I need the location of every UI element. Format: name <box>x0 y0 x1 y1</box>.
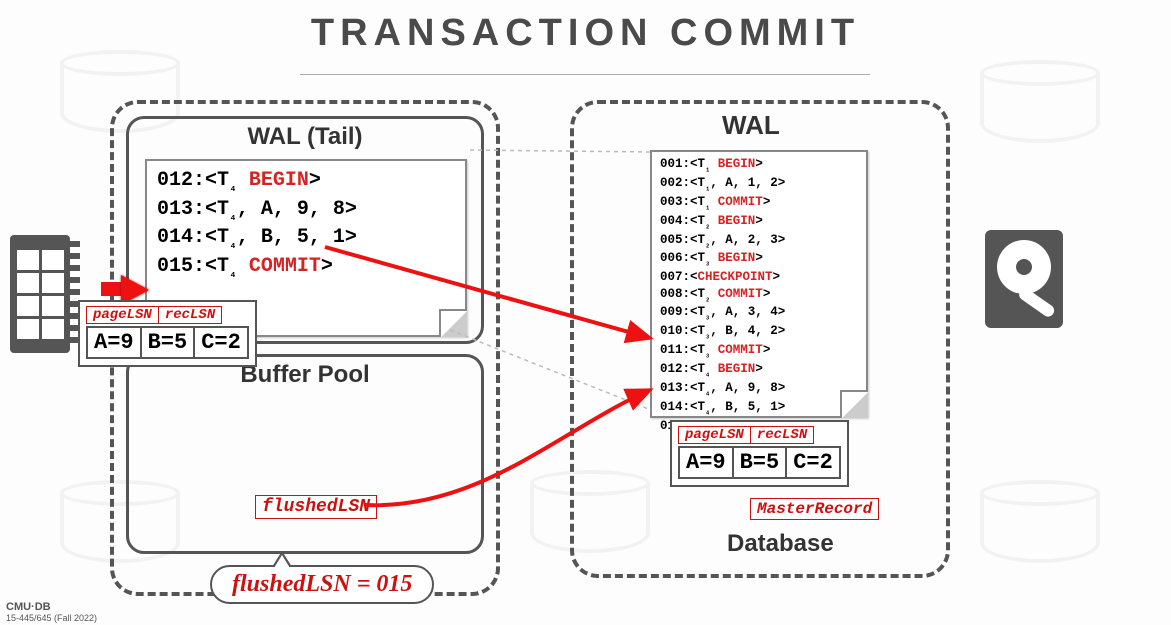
title-rule <box>300 74 870 75</box>
bp-header-cell: pageLSN <box>87 307 159 323</box>
buffer-pool-page-headers: pageLSN recLSN <box>86 306 222 324</box>
db-header-cell: pageLSN <box>679 427 751 443</box>
wal-title: WAL <box>722 110 780 141</box>
buffer-pool-page: pageLSN recLSN A=9 B=5 C=2 <box>78 300 257 367</box>
database-page-headers: pageLSN recLSN <box>678 426 814 444</box>
footer-org: CMU·DB <box>6 601 51 613</box>
master-record-tag: MasterRecord <box>750 498 879 520</box>
database-page-cells: A=9 B=5 C=2 <box>678 446 841 479</box>
flushed-lsn-bubble: flushedLSN = 015 <box>210 565 434 604</box>
flushed-lsn-tag: flushedLSN <box>255 495 377 519</box>
wal-disk-log: 001:<T₁ BEGIN>002:<T₁, A, 1, 2>003:<T₁ C… <box>650 150 868 418</box>
database-title: Database <box>727 530 834 558</box>
bp-header-cell: recLSN <box>159 307 221 323</box>
buffer-pool-page-cells: A=9 B=5 C=2 <box>86 326 249 359</box>
db-cell: B=5 <box>734 448 788 477</box>
db-cell: A=9 <box>680 448 734 477</box>
database-page: pageLSN recLSN A=9 B=5 C=2 <box>670 420 849 487</box>
db-header-cell: recLSN <box>751 427 813 443</box>
page-title: TRANSACTION COMMIT <box>0 12 1171 55</box>
wal-tail-title: WAL (Tail) <box>129 123 481 151</box>
footer-course: 15-445/645 (Fall 2022) <box>6 613 97 623</box>
db-cell: C=2 <box>787 448 839 477</box>
footer: CMU·DB 15-445/645 (Fall 2022) <box>6 601 97 623</box>
current-lsn-arrow-icon <box>101 282 121 296</box>
bp-cell: C=2 <box>195 328 247 357</box>
ram-icon <box>10 235 70 353</box>
bp-cell: B=5 <box>142 328 196 357</box>
bp-cell: A=9 <box>88 328 142 357</box>
hdd-icon <box>985 230 1063 328</box>
buffer-pool-panel: Buffer Pool <box>126 354 484 554</box>
